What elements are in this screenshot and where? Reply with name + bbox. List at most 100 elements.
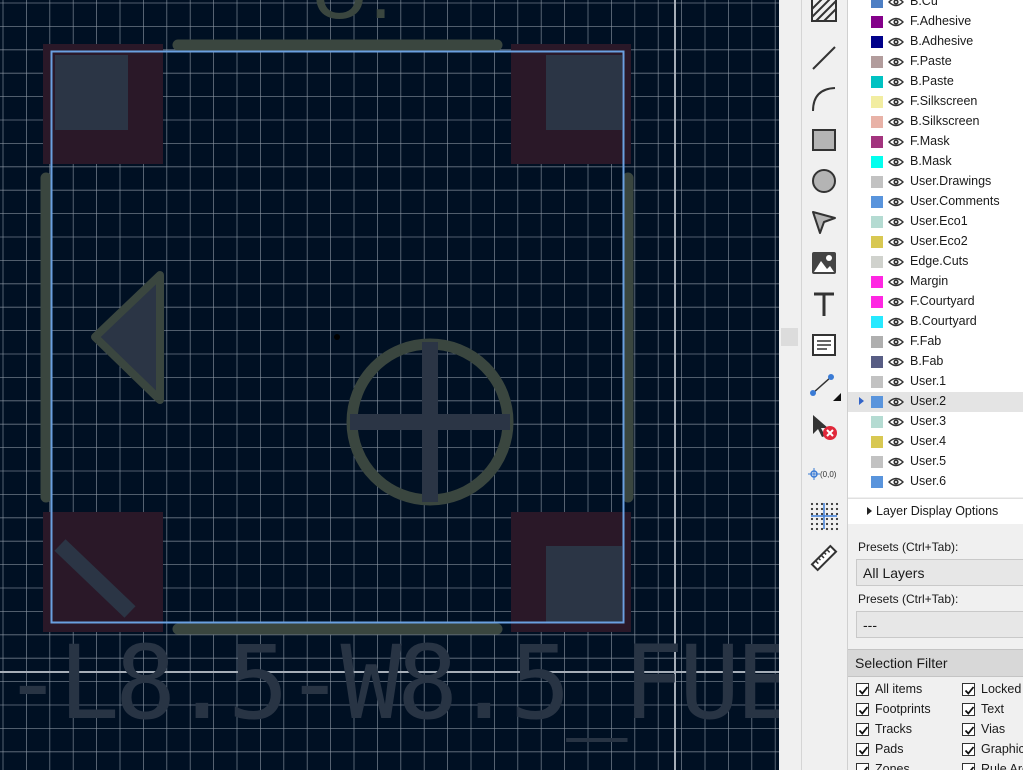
checkbox-box[interactable] — [856, 683, 869, 696]
visibility-eye-icon[interactable] — [888, 294, 904, 310]
add-image-icon[interactable] — [807, 246, 841, 280]
draw-circle-icon[interactable] — [807, 164, 841, 198]
draw-line-icon[interactable] — [807, 41, 841, 75]
layer-row[interactable]: F.Silkscreen — [848, 92, 1023, 112]
layer-row[interactable]: Edge.Cuts — [848, 252, 1023, 272]
layer-color-swatch[interactable] — [871, 416, 883, 428]
layer-row[interactable]: F.Adhesive — [848, 12, 1023, 32]
visibility-eye-icon[interactable] — [888, 74, 904, 90]
layer-color-swatch[interactable] — [871, 196, 883, 208]
checkbox-box[interactable] — [962, 763, 975, 770]
visibility-eye-icon[interactable] — [888, 114, 904, 130]
layer-color-swatch[interactable] — [871, 476, 883, 488]
layer-row[interactable]: User.6 — [848, 472, 1023, 492]
add-text-icon[interactable] — [807, 287, 841, 321]
layer-display-options-toggle[interactable]: Layer Display Options — [848, 498, 1023, 524]
layer-row[interactable]: User.Comments — [848, 192, 1023, 212]
visibility-eye-icon[interactable] — [888, 334, 904, 350]
visibility-eye-icon[interactable] — [888, 314, 904, 330]
visibility-eye-icon[interactable] — [888, 394, 904, 410]
visibility-eye-icon[interactable] — [888, 94, 904, 110]
layer-row[interactable]: F.Courtyard — [848, 292, 1023, 312]
layer-color-swatch[interactable] — [871, 156, 883, 168]
visibility-eye-icon[interactable] — [888, 214, 904, 230]
layer-row[interactable]: B.Courtyard — [848, 312, 1023, 332]
visibility-eye-icon[interactable] — [888, 374, 904, 390]
visibility-eye-icon[interactable] — [888, 254, 904, 270]
layer-color-swatch[interactable] — [871, 96, 883, 108]
visibility-eye-icon[interactable] — [888, 354, 904, 370]
measure-tool-icon[interactable] — [807, 541, 841, 575]
layer-row[interactable]: F.Fab — [848, 332, 1023, 352]
add-textbox-icon[interactable] — [807, 328, 841, 362]
pad-3[interactable] — [43, 512, 163, 632]
visibility-eye-icon[interactable] — [888, 174, 904, 190]
layer-color-swatch[interactable] — [871, 76, 883, 88]
layer-color-swatch[interactable] — [871, 256, 883, 268]
layer-row[interactable]: User.2 — [848, 392, 1023, 412]
draw-rectangle-icon[interactable] — [807, 123, 841, 157]
layer-row[interactable]: User.Drawings — [848, 172, 1023, 192]
checkbox-box[interactable] — [856, 763, 869, 770]
layer-row[interactable]: B.Cu — [848, 0, 1023, 12]
checkbox-box[interactable] — [856, 703, 869, 716]
hatch-tool-icon[interactable] — [807, 0, 841, 26]
scrollbar-thumb[interactable] — [781, 328, 798, 346]
layer-color-swatch[interactable] — [871, 56, 883, 68]
layer-row[interactable]: User.1 — [848, 372, 1023, 392]
layer-color-swatch[interactable] — [871, 116, 883, 128]
layer-row[interactable]: F.Paste — [848, 52, 1023, 72]
layer-color-swatch[interactable] — [871, 136, 883, 148]
visibility-eye-icon[interactable] — [888, 234, 904, 250]
viewports-presets-combo[interactable]: --- — [856, 611, 1023, 638]
layer-color-swatch[interactable] — [871, 376, 883, 388]
delete-tool-icon[interactable] — [807, 410, 841, 444]
layer-row[interactable]: B.Adhesive — [848, 32, 1023, 52]
layer-row[interactable]: B.Silkscreen — [848, 112, 1023, 132]
layer-color-swatch[interactable] — [871, 216, 883, 228]
pcb-canvas[interactable]: U. -L8.5-W8.5_FUE — [0, 0, 779, 770]
checkbox-box[interactable] — [962, 743, 975, 756]
draw-polygon-icon[interactable] — [807, 205, 841, 239]
visibility-eye-icon[interactable] — [888, 474, 904, 490]
set-origin-icon[interactable]: (0,0) — [807, 457, 841, 491]
layer-row[interactable]: User.5 — [848, 452, 1023, 472]
layer-color-swatch[interactable] — [871, 436, 883, 448]
checkbox-box[interactable] — [856, 743, 869, 756]
layer-row[interactable]: B.Paste — [848, 72, 1023, 92]
visibility-eye-icon[interactable] — [888, 194, 904, 210]
layer-color-swatch[interactable] — [871, 396, 883, 408]
visibility-eye-icon[interactable] — [888, 0, 904, 10]
layer-color-swatch[interactable] — [871, 36, 883, 48]
layer-row[interactable]: F.Mask — [848, 132, 1023, 152]
checkbox-box[interactable] — [962, 703, 975, 716]
visibility-eye-icon[interactable] — [888, 154, 904, 170]
layer-color-swatch[interactable] — [871, 296, 883, 308]
layer-color-swatch[interactable] — [871, 0, 883, 8]
visibility-eye-icon[interactable] — [888, 34, 904, 50]
visibility-eye-icon[interactable] — [888, 454, 904, 470]
layer-row[interactable]: B.Fab — [848, 352, 1023, 372]
layer-row[interactable]: User.4 — [848, 432, 1023, 452]
visibility-eye-icon[interactable] — [888, 414, 904, 430]
add-dimension-icon[interactable] — [807, 369, 841, 403]
grid-origin-icon[interactable] — [807, 499, 841, 533]
presets-combo[interactable]: All Layers — [856, 559, 1023, 586]
layer-row[interactable]: Margin — [848, 272, 1023, 292]
layer-row[interactable]: User.Eco1 — [848, 212, 1023, 232]
visibility-eye-icon[interactable] — [888, 134, 904, 150]
checkbox-box[interactable] — [856, 723, 869, 736]
layer-row[interactable]: User.Eco2 — [848, 232, 1023, 252]
layer-row[interactable]: User.3 — [848, 412, 1023, 432]
visibility-eye-icon[interactable] — [888, 14, 904, 30]
visibility-eye-icon[interactable] — [888, 434, 904, 450]
checkbox-box[interactable] — [962, 723, 975, 736]
checkbox-box[interactable] — [962, 683, 975, 696]
visibility-eye-icon[interactable] — [888, 274, 904, 290]
layer-row[interactable]: B.Mask — [848, 152, 1023, 172]
layer-color-swatch[interactable] — [871, 336, 883, 348]
layer-color-swatch[interactable] — [871, 16, 883, 28]
layer-color-swatch[interactable] — [871, 356, 883, 368]
layer-color-swatch[interactable] — [871, 176, 883, 188]
layer-color-swatch[interactable] — [871, 456, 883, 468]
